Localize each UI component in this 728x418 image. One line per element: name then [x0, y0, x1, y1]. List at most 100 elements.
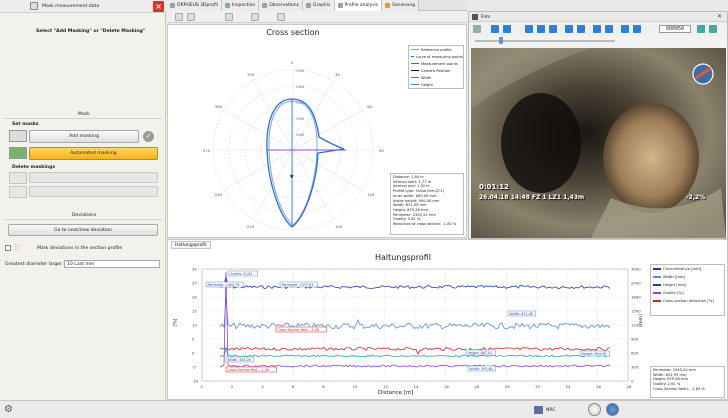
add-masking-button[interactable]: Add masking — [29, 130, 139, 143]
chart-annotation: Height: 867,01 — [465, 349, 496, 356]
legend-entry: Cross section reduction [%] — [651, 297, 724, 305]
y-right-tick-label: 300 — [631, 365, 639, 370]
play-icon[interactable] — [525, 25, 533, 33]
settings-gear-icon[interactable]: ⚙ — [4, 404, 15, 415]
film-option-icon-2[interactable] — [709, 25, 717, 33]
y-left-tick-label: 15 — [192, 309, 197, 314]
legend-label: Height — [421, 82, 433, 87]
legend-entry: Reference profile — [409, 46, 463, 53]
tab-inspection[interactable]: Inspection — [221, 0, 260, 11]
cross-section-panel: Cross section 03060901201501802102402703… — [167, 24, 467, 238]
legend-swatch — [411, 84, 419, 85]
x-axis-label: Distance [m] — [378, 390, 414, 396]
record-icon[interactable] — [473, 25, 481, 33]
polar-grid-spoke — [252, 149, 294, 220]
y-left-tick-label: -5 — [192, 365, 196, 370]
polar-grid-spoke — [252, 80, 294, 151]
video-controls: 000950 — [469, 22, 727, 36]
toolbar-button-3[interactable] — [225, 13, 233, 21]
next-deviation-button[interactable]: Go to next/new deviation — [8, 224, 158, 236]
y-left-tick-label: 10 — [192, 323, 197, 328]
legend-entry: Ovality [%] — [651, 289, 724, 297]
end-icon[interactable] — [633, 25, 641, 33]
delete-masking-button[interactable] — [29, 172, 158, 183]
chart-annotation: Width: 593,60 — [467, 365, 496, 372]
frame-counter: 000950 — [659, 25, 691, 33]
annotation-text: Width: 583,28 — [228, 358, 251, 362]
film-option-icon-1[interactable] — [697, 25, 705, 33]
panel-title-bar: Mask measurement data × — [0, 0, 166, 13]
skip-back-icon[interactable] — [593, 25, 601, 33]
fast-forward-icon[interactable] — [621, 25, 629, 33]
legend-entry: curve of measuring points — [409, 53, 463, 60]
camera-position-icon: ★ — [289, 173, 294, 180]
prev-frame-icon[interactable] — [565, 25, 573, 33]
tab-label: ORPHEUS 3Dprofil — [177, 3, 218, 8]
haltungsprofil-info: Perimeter: 2345,52 mm Width: 621,95 mm Hei… — [650, 366, 725, 398]
legend-swatch — [653, 268, 661, 270]
x-tick-label: 2 — [231, 384, 234, 389]
sanierung-icon — [385, 3, 391, 8]
x-tick-label: 18 — [474, 384, 479, 389]
greatest-diameter-input[interactable]: 10 Last mm — [64, 260, 160, 268]
rewind-icon[interactable] — [491, 25, 499, 33]
toolbar-button-1[interactable] — [175, 13, 183, 21]
help-button[interactable] — [588, 403, 601, 416]
tab-profile-analysis[interactable]: Profile analysis — [334, 0, 383, 11]
video-slider-handle[interactable] — [499, 37, 503, 44]
legend-swatch — [653, 300, 661, 302]
y-left-tick-label: -10 — [192, 379, 199, 384]
annotation-text: Ovality: 24,81 — [230, 272, 253, 276]
tab-observations[interactable]: Observations — [259, 0, 303, 11]
legend-label: Camera Position — [421, 68, 451, 73]
x-tick-label: 16 — [444, 384, 449, 389]
x-tick-label: 20 — [505, 384, 510, 389]
pipe-interior-image — [471, 48, 726, 238]
info-line: Reduction of cross section: -1,83 % — [393, 222, 457, 227]
check-icon[interactable]: ✓ — [143, 131, 154, 142]
legend-swatch — [411, 77, 419, 78]
automated-masking-icon — [9, 147, 27, 159]
polar-grid-spoke — [292, 109, 363, 151]
annotation-text: Perimeter: 2400,79 — [208, 283, 240, 287]
toolbar-button-5[interactable] — [277, 13, 285, 21]
pause-icon[interactable] — [537, 25, 545, 33]
confirm-button[interactable] — [606, 403, 619, 416]
tab-orpheus[interactable]: ORPHEUS 3Dprofil — [167, 0, 222, 11]
legend-label: Measurement points — [421, 61, 458, 66]
toolbar-button-4[interactable] — [251, 13, 259, 21]
stop-icon[interactable] — [549, 25, 557, 33]
deviation-marker-icon: ⫶⫶⫶ — [14, 243, 20, 252]
x-tick-label: 10 — [353, 384, 358, 389]
x-tick-label: 8 — [322, 384, 325, 389]
x-tick-label: 14 — [414, 384, 419, 389]
automated-masking-button[interactable]: Automated masking — [29, 147, 158, 160]
tab-bar: ORPHEUS 3Dprofil Inspection Observations… — [167, 0, 467, 11]
chart-annotation: Cross Section Red.: -1,58 — [225, 366, 277, 373]
next-frame-icon[interactable] — [577, 25, 585, 33]
chart-annotation: Perimeter: 2400,79 — [205, 281, 244, 288]
film-icon — [472, 14, 478, 20]
close-icon[interactable]: × — [153, 1, 164, 12]
legend-swatch — [411, 70, 419, 71]
mark-deviations-checkbox[interactable] — [5, 245, 11, 251]
tab-sanierung[interactable]: Sanierung — [382, 0, 420, 11]
video-slider-track[interactable] — [475, 40, 615, 42]
chart-grid — [201, 268, 629, 382]
status-bar: ⚙ NRC — [0, 400, 728, 418]
polar-radius-label: +100 — [295, 133, 304, 137]
tab-label: Observations — [269, 3, 299, 8]
toolbar-button-2[interactable] — [187, 13, 195, 21]
skip-forward-icon[interactable] — [605, 25, 613, 33]
tab-graphic[interactable]: Graphic — [302, 0, 335, 11]
film-close-icon[interactable]: ✕ — [715, 13, 724, 21]
y-right-tick-label: 1500 — [631, 309, 641, 314]
chart-annotation: Height: 894,99 — [579, 350, 610, 357]
x-tick-label: 26 — [596, 384, 601, 389]
step-back-icon[interactable] — [503, 25, 511, 33]
polar-angle-label: 120 — [367, 192, 375, 197]
chart-annotation: Width: 583,28 — [225, 356, 254, 363]
polar-angle-label: 210 — [247, 224, 255, 229]
delete-all-maskings-button[interactable] — [29, 186, 158, 197]
video-frame: 0:01:12 26.04.18 14:48 FZ 1 LZ1 1,43m -2… — [471, 48, 726, 238]
